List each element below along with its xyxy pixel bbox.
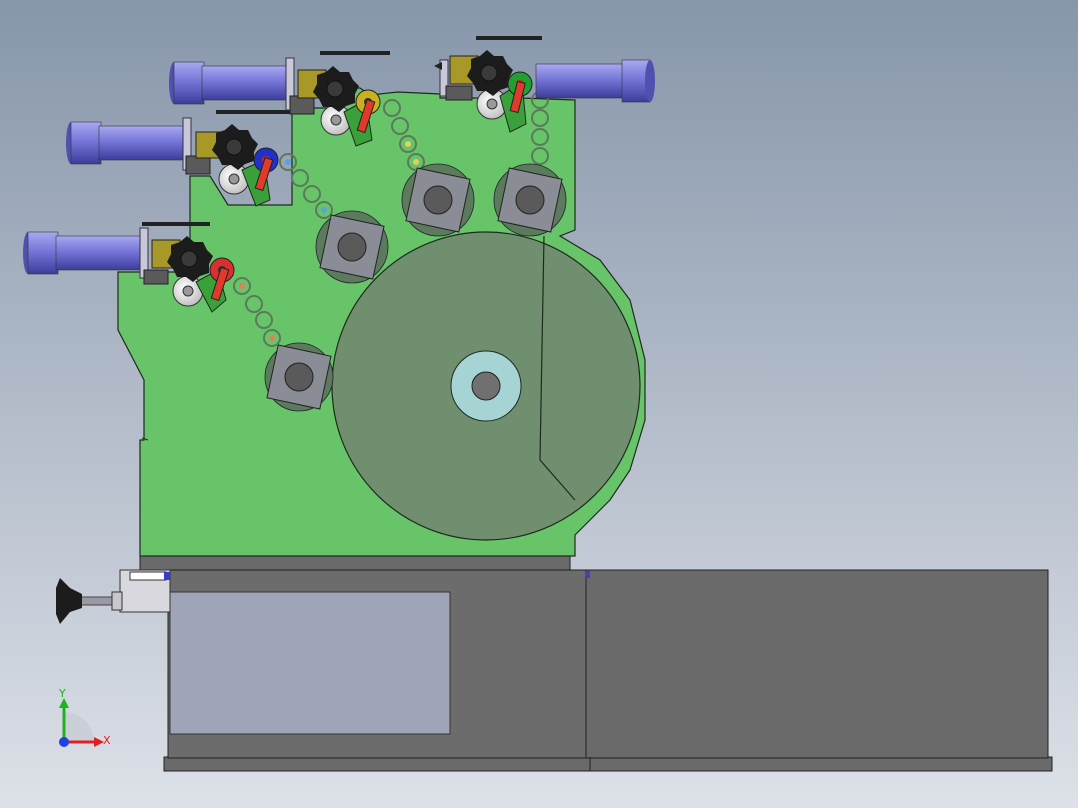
z-axis-dot (59, 737, 69, 747)
main-drum (331, 231, 641, 541)
machine-base (139, 555, 1053, 772)
cad-viewport[interactable]: Y X (0, 0, 1078, 808)
drum-bore (471, 371, 501, 401)
model-canvas[interactable]: Y X (0, 0, 1078, 808)
base-plate-bottom (163, 756, 1053, 772)
y-axis-label: Y (58, 687, 66, 700)
x-axis-label: X (103, 734, 111, 747)
frame-foot (139, 555, 571, 571)
access-panel (169, 591, 451, 735)
base-box-right (585, 569, 1049, 759)
pneumatic-cylinder-2[interactable] (70, 121, 102, 165)
pneumatic-cylinder-1[interactable] (27, 231, 59, 275)
pneumatic-cylinder-3[interactable] (173, 61, 205, 105)
